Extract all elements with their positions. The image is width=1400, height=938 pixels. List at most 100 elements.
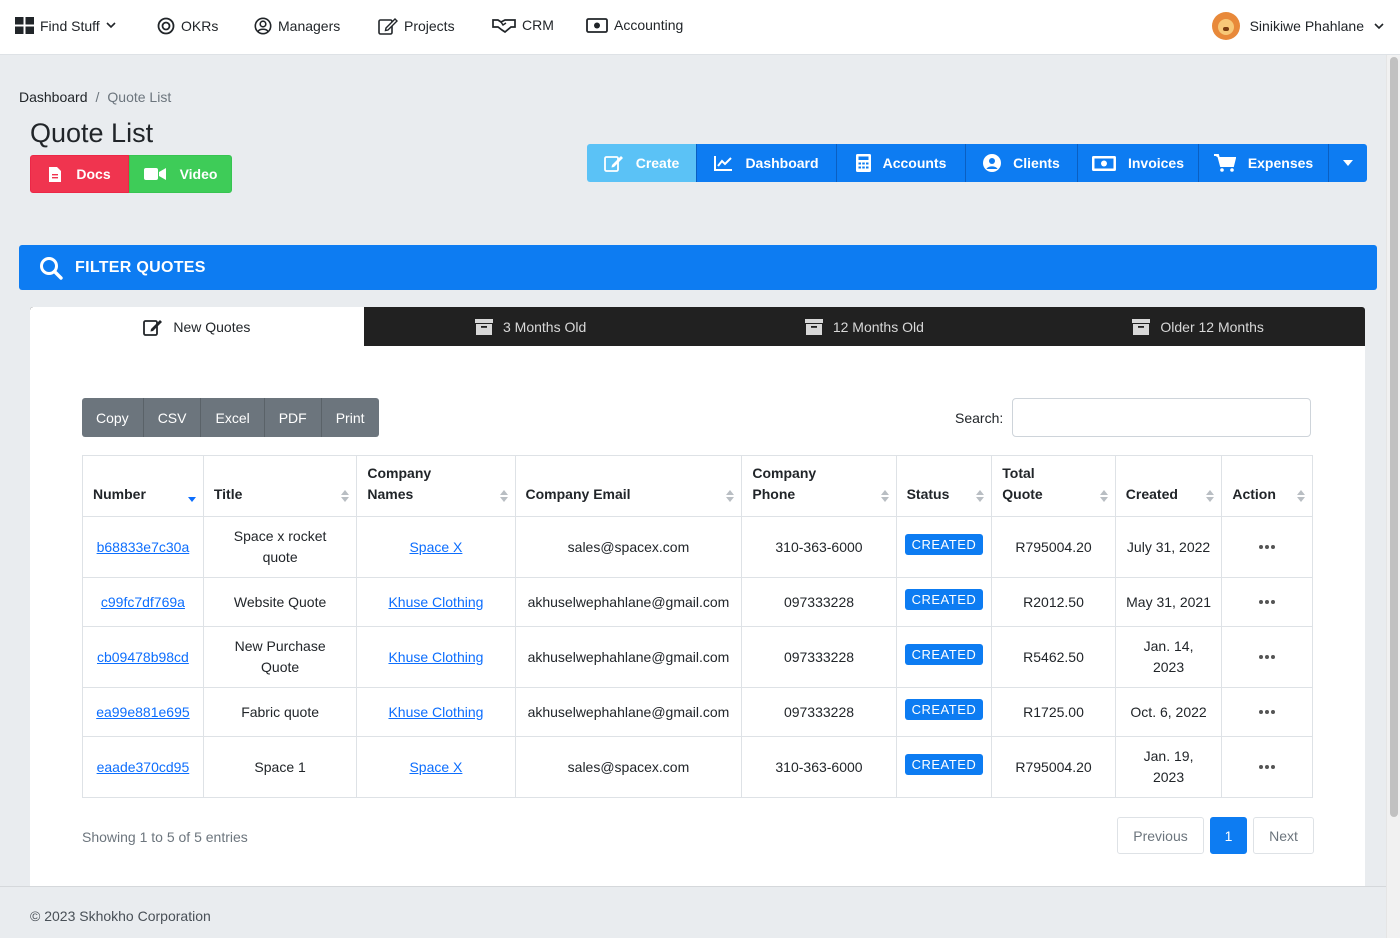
projects-label: Projects: [404, 18, 455, 34]
company-link[interactable]: Space X: [409, 539, 462, 555]
footer: © 2023 Skhokho Corporation: [0, 886, 1386, 938]
pdf-button[interactable]: PDF: [264, 398, 322, 437]
print-button[interactable]: Print: [321, 398, 379, 437]
dashboard-button[interactable]: Dashboard: [697, 144, 837, 182]
quote-number-link[interactable]: b68833e7c30a: [97, 539, 190, 555]
table-search: Search:: [955, 398, 1312, 437]
tab-new-quotes[interactable]: New Quotes: [30, 307, 364, 346]
csv-button[interactable]: CSV: [143, 398, 202, 437]
tab-12-months-old[interactable]: 12 Months Old: [698, 307, 1032, 346]
filter-quotes-bar[interactable]: FILTER QUOTES: [19, 245, 1377, 290]
accounts-button[interactable]: Accounts: [837, 144, 966, 182]
col-total-quote[interactable]: Total Quote: [991, 455, 1116, 517]
company-link[interactable]: Khuse Clothing: [388, 704, 483, 720]
user-circle-icon: [983, 154, 1002, 172]
managers-link[interactable]: Managers: [254, 17, 340, 35]
invoices-label: Invoices: [1127, 155, 1184, 171]
chevron-down-icon: [1374, 22, 1384, 29]
okrs-label: OKRs: [181, 18, 219, 34]
col-title[interactable]: Title: [202, 455, 358, 517]
invoices-button[interactable]: Invoices: [1078, 144, 1199, 182]
col-number[interactable]: Number: [82, 455, 204, 517]
quote-number-link[interactable]: c99fc7df769a: [101, 594, 185, 610]
expenses-button[interactable]: Expenses: [1199, 144, 1329, 182]
shopping-cart-icon: [1213, 154, 1236, 172]
crm-link[interactable]: CRM: [492, 17, 554, 33]
breadcrumb-dashboard[interactable]: Dashboard: [19, 89, 88, 105]
created-date: July 31, 2022: [1126, 538, 1211, 555]
total-quote: R5462.50: [1023, 648, 1084, 665]
page-scrollbar[interactable]: [1386, 55, 1400, 938]
copy-button[interactable]: Copy: [82, 398, 144, 437]
sort-icon: [341, 490, 350, 502]
projects-link[interactable]: Projects: [378, 17, 455, 35]
more-actions-icon[interactable]: [1259, 654, 1276, 659]
quote-title: Website Quote: [233, 593, 327, 610]
total-quote: R795004.20: [1015, 538, 1092, 555]
quote-number-link[interactable]: cb09478b98cd: [97, 649, 189, 665]
grid-icon: [15, 17, 34, 34]
handshake-icon: [492, 19, 516, 33]
tab-older-12-months[interactable]: Older 12 Months: [1031, 307, 1365, 346]
breadcrumb: Dashboard / Quote List: [19, 89, 171, 105]
company-link[interactable]: Khuse Clothing: [388, 594, 483, 610]
user-menu[interactable]: Sinikiwe Phahlane: [1211, 12, 1384, 40]
excel-button[interactable]: Excel: [201, 398, 265, 437]
table-row: c99fc7df769a Website Quote Khuse Clothin…: [82, 577, 1313, 627]
more-actions-icon[interactable]: [1259, 599, 1276, 604]
col-created[interactable]: Created: [1114, 455, 1223, 517]
docs-button[interactable]: Docs: [30, 155, 129, 193]
docs-label: Docs: [76, 166, 111, 182]
user-name: Sinikiwe Phahlane: [1249, 18, 1364, 34]
previous-page-button[interactable]: Previous: [1117, 817, 1204, 854]
money-bill-icon: [586, 17, 608, 33]
calculator-icon: [855, 154, 871, 172]
more-actions-icon[interactable]: [1259, 764, 1276, 769]
company-link[interactable]: Khuse Clothing: [388, 649, 483, 665]
col-company-phone[interactable]: Company Phone: [741, 455, 897, 517]
breadcrumb-current: Quote List: [107, 89, 172, 105]
created-date: Oct. 6, 2022: [1130, 703, 1207, 720]
sort-icon: [726, 490, 735, 502]
page-1-button[interactable]: 1: [1210, 817, 1247, 854]
more-actions-icon[interactable]: [1259, 709, 1276, 714]
action-button-group: Create Dashboard Accounts Clients Invoic…: [587, 144, 1367, 182]
archive-icon: [474, 318, 493, 335]
tab-3-months-old[interactable]: 3 Months Old: [364, 307, 698, 346]
created-date: Jan. 19, 2023: [1143, 748, 1194, 785]
company-email: sales@spacex.com: [567, 758, 690, 775]
more-actions-dropdown[interactable]: [1329, 144, 1367, 182]
video-button[interactable]: Video: [129, 155, 232, 193]
col-status[interactable]: Status: [895, 455, 993, 517]
sort-icon: [1297, 490, 1305, 502]
filter-quotes-label: FILTER QUOTES: [75, 258, 206, 276]
search-icon: [40, 256, 63, 280]
accounting-link[interactable]: Accounting: [586, 17, 683, 33]
okrs-link[interactable]: OKRs: [157, 17, 218, 35]
quote-title: Fabric quote: [241, 703, 320, 720]
create-button[interactable]: Create: [587, 144, 697, 182]
company-phone: 310-363-6000: [775, 538, 863, 555]
export-buttons: Copy CSV Excel PDF Print: [82, 398, 379, 437]
col-action[interactable]: Action: [1221, 455, 1313, 517]
quote-title: New Purchase Quote: [234, 638, 326, 675]
user-avatar: [1211, 12, 1240, 40]
created-date: May 31, 2021: [1126, 593, 1211, 610]
company-email: akhuselwephahlane@gmail.com: [527, 648, 730, 665]
next-page-button[interactable]: Next: [1253, 817, 1314, 854]
col-company-names[interactable]: Company Names: [356, 455, 516, 517]
pagination: Previous 1 Next: [1117, 817, 1314, 854]
search-input[interactable]: [1012, 398, 1312, 437]
more-actions-icon[interactable]: [1259, 544, 1276, 549]
clients-button[interactable]: Clients: [966, 144, 1078, 182]
total-quote: R795004.20: [1015, 758, 1092, 775]
chevron-down-icon: [106, 22, 116, 29]
col-company-email[interactable]: Company Email: [514, 455, 743, 517]
quote-number-link[interactable]: eaade370cd95: [97, 759, 190, 775]
company-link[interactable]: Space X: [409, 759, 462, 775]
scrollbar-thumb[interactable]: [1390, 57, 1398, 817]
quote-number-link[interactable]: ea99e881e695: [96, 704, 189, 720]
tab-3-months-label: 3 Months Old: [502, 318, 587, 335]
company-email: akhuselwephahlane@gmail.com: [527, 593, 730, 610]
find-stuff-menu[interactable]: Find Stuff: [15, 17, 116, 34]
